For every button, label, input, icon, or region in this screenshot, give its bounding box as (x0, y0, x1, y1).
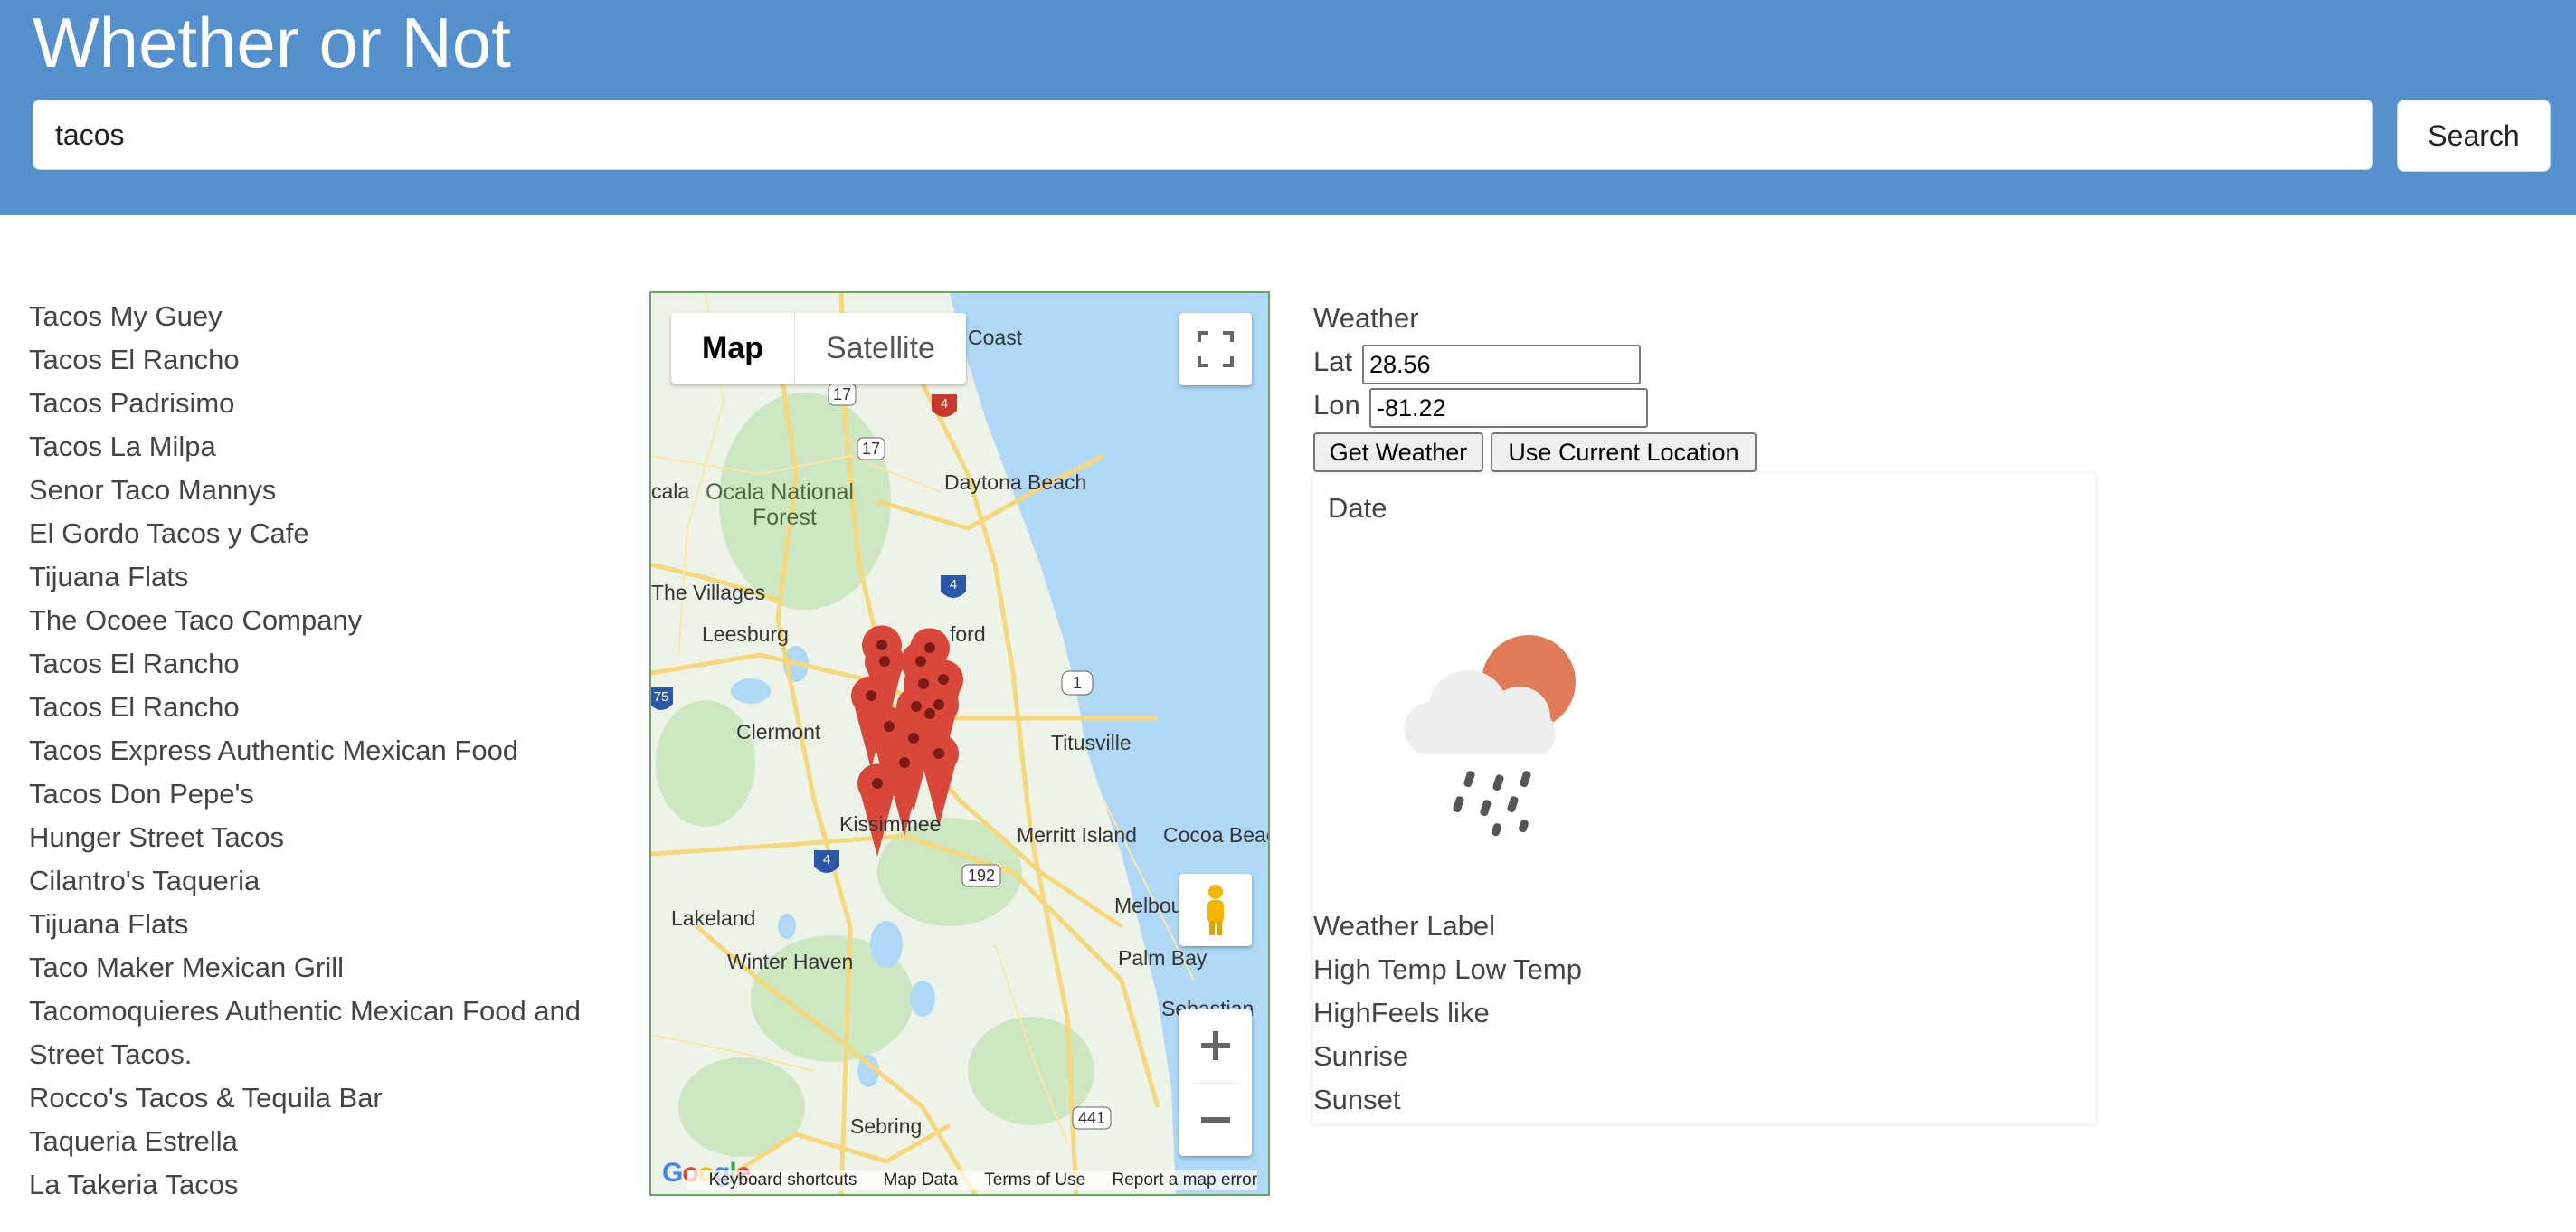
zoom-in-button[interactable] (1179, 1009, 1252, 1082)
result-item[interactable]: Cilantro's Taqueria (29, 859, 626, 903)
shield-441: 441 (1078, 1109, 1105, 1127)
result-item[interactable]: Hunger Street Tacos (29, 816, 626, 859)
result-item[interactable]: Tacos My Guey (29, 295, 626, 338)
shield-i4-b: 4 (950, 577, 957, 592)
result-item[interactable]: La Takeria Tacos (29, 1163, 626, 1207)
header-bar: Whether or Not Search (0, 0, 2576, 215)
result-item[interactable]: Tacos Don Pepe's (29, 772, 626, 816)
map-label-clermont: Clermont (736, 720, 821, 744)
report-map-error-link[interactable]: Report a map error (1112, 1170, 1257, 1189)
plus-icon (1201, 1031, 1230, 1060)
result-item[interactable]: Tacos El Rancho (29, 642, 626, 686)
map-label-ocala: cala (651, 479, 690, 503)
weather-sunset: Sunset (1313, 1084, 1401, 1115)
minus-icon (1201, 1117, 1230, 1123)
weather-temps: High Temp Low Temp (1313, 953, 1582, 985)
result-item[interactable]: Senor Taco Mannys (29, 469, 626, 512)
use-current-location-button[interactable]: Use Current Location (1491, 432, 1757, 472)
shield-us1: 1 (1073, 674, 1082, 692)
weather-label: Weather Label (1313, 910, 1496, 942)
keyboard-shortcuts-link[interactable]: Keyboard shortcuts (709, 1170, 857, 1189)
map-label-daytona-beach: Daytona Beach (944, 470, 1087, 494)
result-item[interactable]: The Ocoee Taco Company (29, 599, 626, 642)
search-button[interactable]: Search (2397, 100, 2551, 172)
result-item[interactable]: Tacomoquieres Authentic Mexican Food and (29, 990, 626, 1033)
result-item[interactable]: Tacos Express Authentic Mexican Food (29, 729, 626, 772)
shield-192: 192 (968, 867, 995, 885)
result-item[interactable]: El Gordo Tacos y Cafe (29, 512, 626, 555)
shield-17a: 17 (833, 385, 851, 403)
map-panel[interactable]: 17 17 4 4 75 1 4 192 441 Coast cala Ocal… (649, 291, 1270, 1196)
weather-feels-like: HighFeels like (1313, 997, 1490, 1028)
lon-label: Lon (1313, 389, 1360, 421)
zoom-out-button[interactable] (1179, 1084, 1252, 1156)
result-item[interactable]: Tijuana Flats (29, 555, 626, 599)
result-item[interactable]: Street Tacos. (29, 1033, 626, 1076)
terms-of-use-link[interactable]: Terms of Use (984, 1170, 1085, 1189)
map-label-ocala-forest-1: Ocala National (706, 479, 854, 505)
lat-label: Lat (1313, 346, 1353, 377)
map-label-coast: Coast (968, 326, 1023, 349)
weather-sunrise: Sunrise (1313, 1040, 1409, 1072)
lat-input[interactable] (1362, 345, 1641, 384)
map-type-map-button[interactable]: Map (671, 313, 795, 384)
shield-i4-south: 4 (823, 852, 830, 867)
map-canvas[interactable]: 17 17 4 4 75 1 4 192 441 (651, 293, 1270, 1196)
map-label-kissimmee: Kissimmee (839, 812, 942, 836)
weather-date: Date (1328, 492, 1387, 524)
map-label-palm-bay: Palm Bay (1118, 946, 1208, 970)
shield-i4-north: 4 (941, 396, 948, 412)
map-label-merritt-island: Merritt Island (1017, 823, 1137, 847)
lon-input[interactable] (1369, 388, 1648, 428)
map-type-control: Map Satellite (671, 313, 966, 384)
map-label-leesburg: Leesburg (702, 622, 789, 646)
map-label-sebring: Sebring (850, 1114, 923, 1138)
map-label-ocala-forest-2: Forest (753, 505, 817, 530)
results-list: Tacos My Guey Tacos El Rancho Tacos Padris… (29, 295, 626, 1207)
result-item[interactable]: Taco Maker Mexican Grill (29, 946, 626, 990)
map-label-titusville: Titusville (1051, 731, 1132, 754)
fullscreen-icon (1198, 331, 1234, 367)
street-view-pegman-button[interactable] (1179, 874, 1252, 946)
result-item[interactable]: Rocco's Tacos & Tequila Bar (29, 1076, 626, 1120)
result-item[interactable]: Tacos El Rancho (29, 686, 626, 729)
map-label-winter-haven: Winter Haven (727, 950, 854, 973)
app-title: Whether or Not (33, 3, 511, 82)
result-item[interactable]: Tijuana Flats (29, 903, 626, 946)
pegman-icon (1208, 885, 1224, 935)
map-type-satellite-button[interactable]: Satellite (795, 313, 966, 384)
map-data-link[interactable]: Map Data (884, 1170, 958, 1189)
weather-card: Date Weather Label High Temp Low Temp Hi… (1313, 474, 2095, 1123)
map-label-cocoa-beach: Cocoa Beac (1163, 823, 1270, 847)
map-footer: Google Keyboard shortcuts Map Data Terms… (651, 1158, 1268, 1194)
result-item[interactable]: Taqueria Estrella (29, 1120, 626, 1163)
weather-heading: Weather (1313, 302, 1419, 334)
get-weather-button[interactable]: Get Weather (1313, 432, 1483, 472)
map-label-melbourne: Melbou (1114, 894, 1183, 917)
zoom-control (1179, 1009, 1252, 1156)
result-item[interactable]: Tacos La Milpa (29, 425, 626, 469)
map-label-the-villages: The Villages (651, 581, 766, 604)
cloud-sun-rain-icon (1404, 635, 1576, 836)
shield-17b: 17 (862, 440, 880, 458)
result-item[interactable]: Tacos Padrisimo (29, 382, 626, 425)
map-label-lakeland: Lakeland (671, 906, 756, 930)
map-label-sanford: ford (950, 622, 986, 646)
result-item[interactable]: Tacos El Rancho (29, 338, 626, 382)
search-input[interactable] (33, 100, 2373, 170)
shield-i75: 75 (654, 689, 669, 705)
fullscreen-button[interactable] (1179, 313, 1252, 385)
